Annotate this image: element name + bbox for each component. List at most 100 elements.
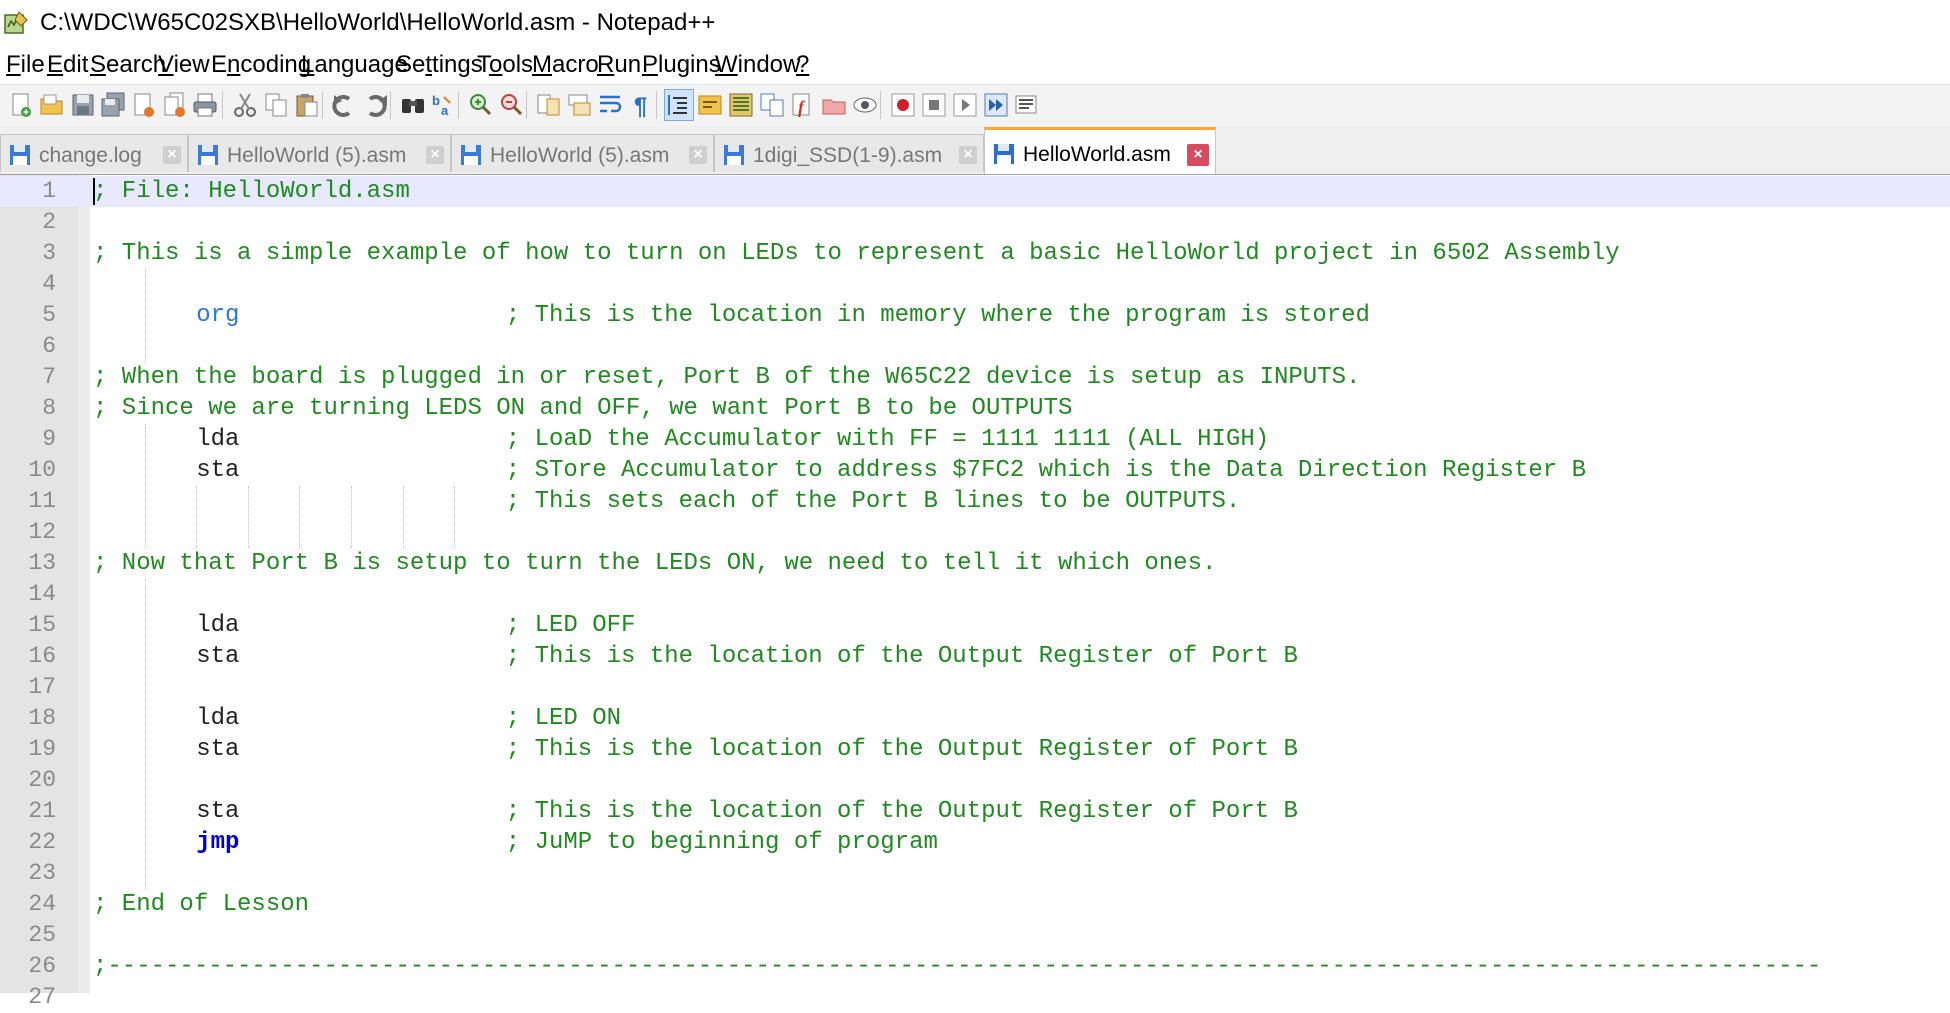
editor-line[interactable]: 16 sta ; This is the location of the Outpu…: [0, 641, 1950, 672]
line-number: 25: [28, 922, 56, 948]
show-all-chars-button[interactable]: ¶: [627, 89, 657, 121]
editor-line[interactable]: 9 lda ; LoaD the Accumulator with FF = 111…: [0, 424, 1950, 455]
menu-settings[interactable]: Settings: [396, 51, 483, 79]
editor-line[interactable]: 18 lda ; LED ON: [0, 703, 1950, 734]
copy-button[interactable]: [261, 89, 291, 121]
menu-help[interactable]: ?: [796, 51, 809, 79]
menu-language[interactable]: Language: [301, 51, 408, 79]
editor-line[interactable]: 15 lda ; LED OFF: [0, 610, 1950, 641]
text-cursor: [93, 178, 95, 205]
save-macro-button[interactable]: [1012, 89, 1042, 121]
editor-line[interactable]: 7 ; When the board is plugged in or reset…: [0, 362, 1950, 393]
editor-line[interactable]: 6: [0, 331, 1950, 362]
run-macro-multiple-button[interactable]: [981, 89, 1011, 121]
indent-guide: [196, 486, 198, 548]
user-language-button[interactable]: [695, 89, 725, 121]
line-number: 3: [42, 240, 56, 266]
function-list-button[interactable]: f: [788, 89, 818, 121]
editor-line[interactable]: 12: [0, 517, 1950, 548]
redo-button[interactable]: [361, 89, 391, 121]
folder-workspace-button[interactable]: [819, 89, 849, 121]
print-button[interactable]: [190, 89, 220, 121]
close-tab-icon[interactable]: ×: [426, 146, 444, 164]
menu-encoding[interactable]: Encoding: [211, 51, 311, 79]
editor-line[interactable]: 23: [0, 858, 1950, 889]
comment: ; This sets each of the Port B lines to …: [505, 488, 1241, 515]
tab-bar: change.log × HelloWorld (5).asm × HelloWorld…: [0, 126, 1950, 176]
paste-button[interactable]: [292, 89, 322, 121]
sync-horizontal-button[interactable]: [565, 89, 595, 121]
close-tab-icon[interactable]: ×: [689, 146, 707, 164]
line-number: 5: [42, 302, 56, 328]
close-button[interactable]: [129, 89, 159, 121]
floppy-disk-icon: [198, 145, 218, 165]
document-list-button[interactable]: [757, 89, 787, 121]
indent-guide-icon: [668, 95, 687, 115]
menu-run[interactable]: Run: [597, 51, 641, 79]
editor-line[interactable]: 20: [0, 765, 1950, 796]
open-file-button[interactable]: [37, 89, 67, 121]
editor-line[interactable]: 13 ; Now that Port B is setup to turn the…: [0, 548, 1950, 579]
editor-line[interactable]: 26 ;-------------------------------------…: [0, 951, 1950, 982]
play-macro-button[interactable]: [950, 89, 980, 121]
close-all-button[interactable]: [160, 89, 190, 121]
save-all-button[interactable]: [98, 89, 128, 121]
toolbar-separator: [222, 91, 223, 119]
indent-guide-button[interactable]: [664, 89, 694, 121]
editor-line[interactable]: 22 jmp ; JuMP to beginning of program: [0, 827, 1950, 858]
menu-plugins[interactable]: Plugins: [642, 51, 721, 79]
editor-line[interactable]: 10 sta ; STore Accumulator to address $7FC…: [0, 455, 1950, 486]
editor-line[interactable]: 5 org ; This is the location in memory whe…: [0, 300, 1950, 331]
menu-search[interactable]: Search: [90, 51, 166, 79]
line-number: 23: [28, 860, 56, 886]
editor-line[interactable]: 11 ; This sets each of the Port B lines t…: [0, 486, 1950, 517]
editor-line[interactable]: 21 sta ; This is the location of the Outpu…: [0, 796, 1950, 827]
replace-button[interactable]: ba: [429, 89, 459, 121]
close-tab-icon[interactable]: ×: [1187, 144, 1209, 166]
editor-line[interactable]: 17: [0, 672, 1950, 703]
save-button[interactable]: [68, 89, 98, 121]
close-tab-icon[interactable]: ×: [163, 146, 181, 164]
menu-tools[interactable]: Tools: [477, 51, 533, 79]
line-number: 14: [28, 581, 56, 607]
editor-line[interactable]: 19 sta ; This is the location of the Outpu…: [0, 734, 1950, 765]
document-map-button[interactable]: [726, 89, 756, 121]
stop-macro-button[interactable]: [919, 89, 949, 121]
tab-helloworld-5-asm[interactable]: HelloWorld (5).asm ×: [451, 134, 714, 172]
editor-line[interactable]: 4: [0, 269, 1950, 300]
tab-change-log[interactable]: change.log ×: [0, 134, 188, 172]
editor-line[interactable]: 2: [0, 207, 1950, 238]
comment: ; LED OFF: [505, 612, 636, 639]
new-file-button[interactable]: [6, 89, 36, 121]
editor-line[interactable]: 27: [0, 982, 1950, 1013]
editor[interactable]: 1; File: HelloWorld.asm 2 3; This is a sim…: [0, 175, 1950, 1010]
editor-line[interactable]: 14: [0, 579, 1950, 610]
menu-file[interactable]: File: [6, 51, 45, 79]
editor-line[interactable]: 3 ; This is a simple example of how to tu…: [0, 238, 1950, 269]
toolbar-separator: [880, 91, 881, 119]
find-button[interactable]: [398, 89, 428, 121]
editor-line[interactable]: 24 ; End of Lesson: [0, 889, 1950, 920]
tab-1digi-ssd-1-9-asm[interactable]: 1digi_SSD(1-9).asm ×: [714, 134, 984, 172]
record-macro-button[interactable]: [888, 89, 918, 121]
undo-button[interactable]: [330, 89, 360, 121]
line-number: 7: [42, 364, 56, 390]
line-number: 11: [28, 488, 56, 514]
editor-line[interactable]: 8 ; Since we are turning LEDS ON and OFF,…: [0, 393, 1950, 424]
cut-button[interactable]: [230, 89, 260, 121]
word-wrap-button[interactable]: [596, 89, 626, 121]
zoom-in-button[interactable]: [466, 89, 496, 121]
sync-vertical-button[interactable]: [534, 89, 564, 121]
menu-view[interactable]: View: [158, 51, 210, 79]
close-tab-icon[interactable]: ×: [959, 146, 977, 164]
tab-helloworld-5-asm[interactable]: HelloWorld (5).asm ×: [188, 134, 451, 172]
editor-line[interactable]: 1 ; File: HelloWorld.asm: [0, 176, 1950, 207]
editor-line[interactable]: 25: [0, 920, 1950, 951]
zoom-out-icon: [501, 94, 523, 116]
menu-edit[interactable]: Edit: [47, 51, 88, 79]
zoom-out-button[interactable]: [497, 89, 527, 121]
monitoring-button[interactable]: [850, 89, 880, 121]
menu-window[interactable]: Window: [715, 51, 800, 79]
menu-macro[interactable]: Macro: [532, 51, 599, 79]
tab-helloworld-asm[interactable]: HelloWorld.asm ×: [984, 127, 1216, 174]
